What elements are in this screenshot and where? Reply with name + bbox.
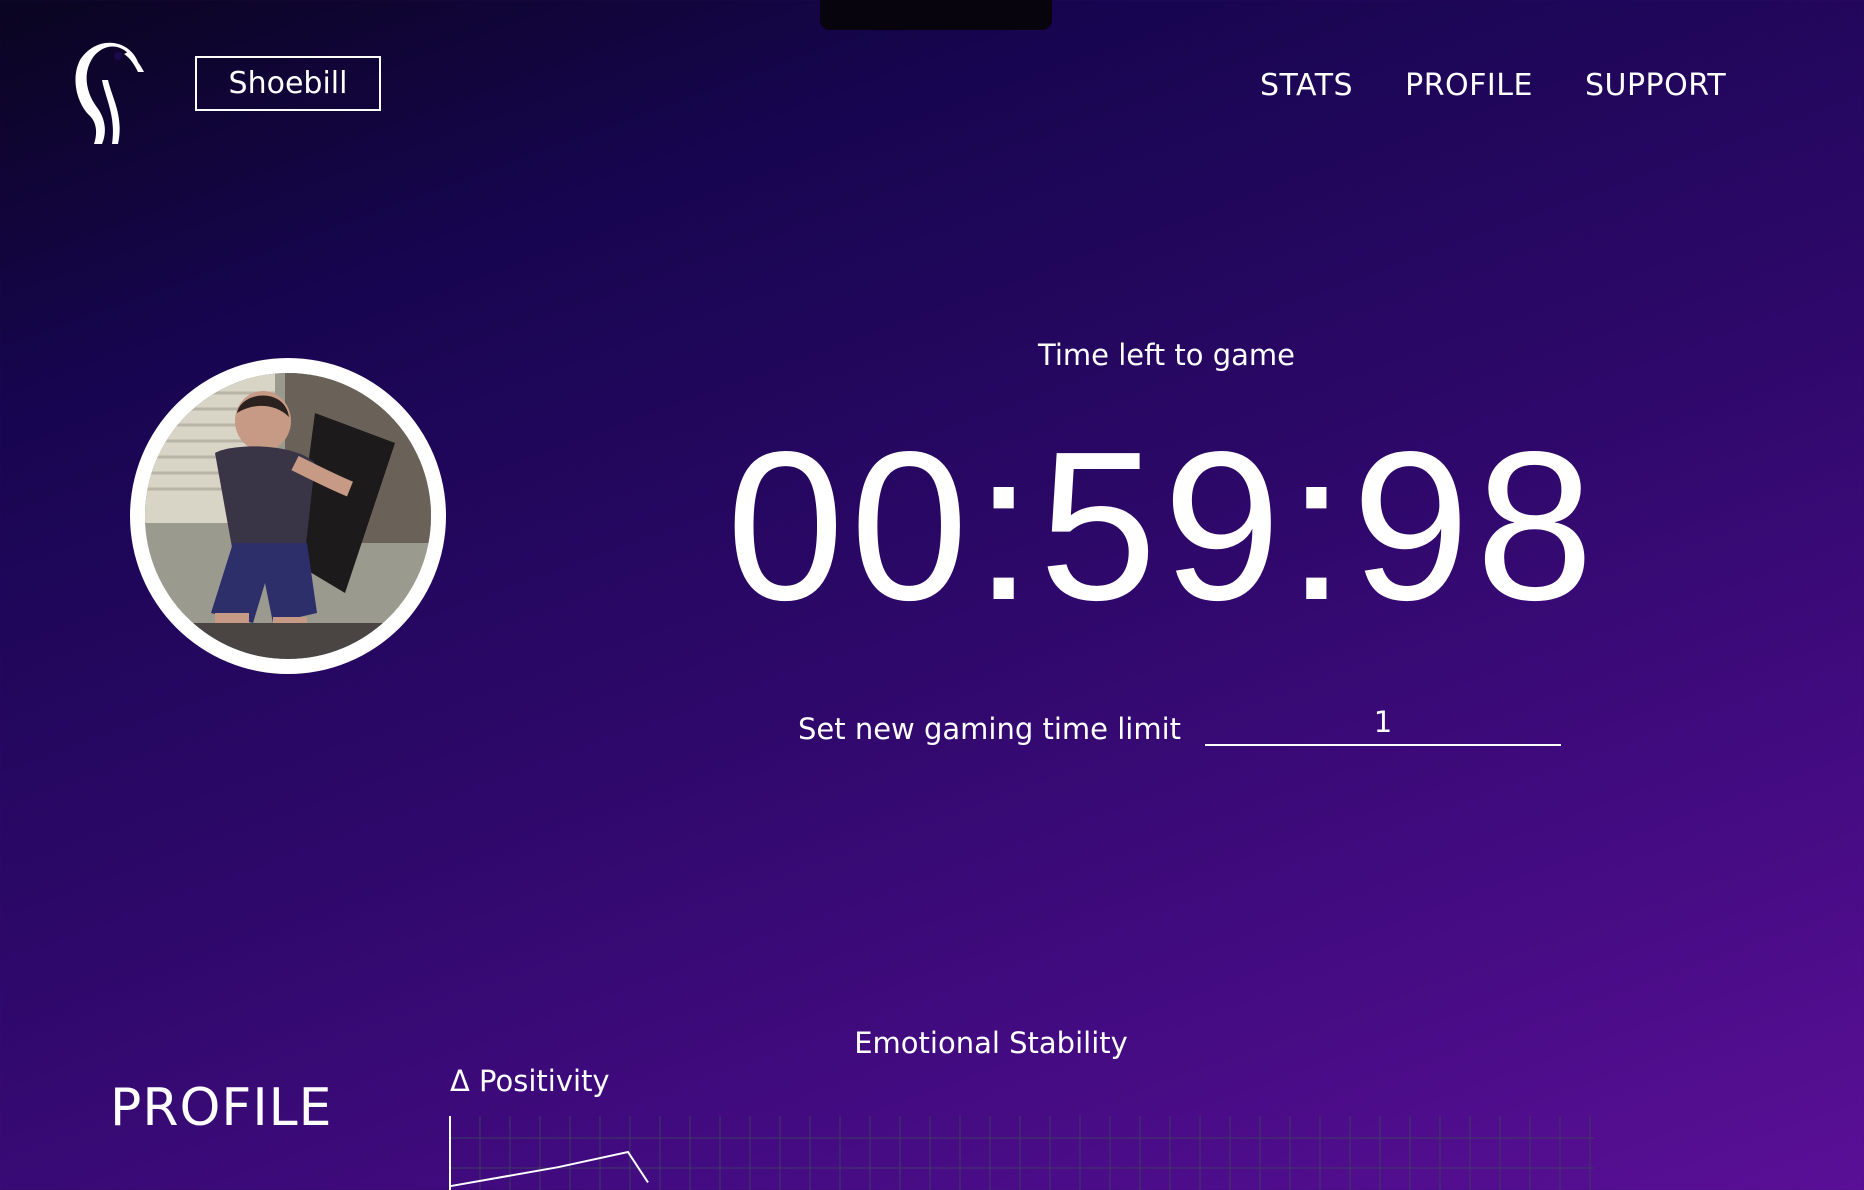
profile-section-title: PROFILE [110, 1078, 333, 1138]
time-limit-input[interactable] [1205, 700, 1562, 746]
shoebill-logo-icon[interactable] [68, 20, 158, 150]
top-notch [820, 0, 1052, 30]
nav-stats[interactable]: STATS [1260, 68, 1353, 103]
brand-button-label: Shoebill [228, 66, 348, 101]
brand-button[interactable]: Shoebill [195, 56, 381, 111]
nav-profile[interactable]: PROFILE [1405, 68, 1533, 103]
countdown-timer: 00:59:98 [726, 407, 1600, 644]
avatar[interactable] [130, 358, 446, 674]
nav-support[interactable]: SUPPORT [1585, 68, 1726, 103]
top-nav: STATS PROFILE SUPPORT [1260, 68, 1726, 103]
chart-title: Emotional Stability [854, 1026, 1128, 1060]
avatar-image [145, 373, 431, 659]
emotional-stability-chart [449, 1116, 1594, 1190]
time-limit-row: Set new gaming time limit [798, 700, 1562, 746]
chart-y-axis-label: Δ Positivity [450, 1064, 610, 1098]
timer-label: Time left to game [1038, 338, 1295, 372]
time-limit-label: Set new gaming time limit [798, 712, 1182, 746]
